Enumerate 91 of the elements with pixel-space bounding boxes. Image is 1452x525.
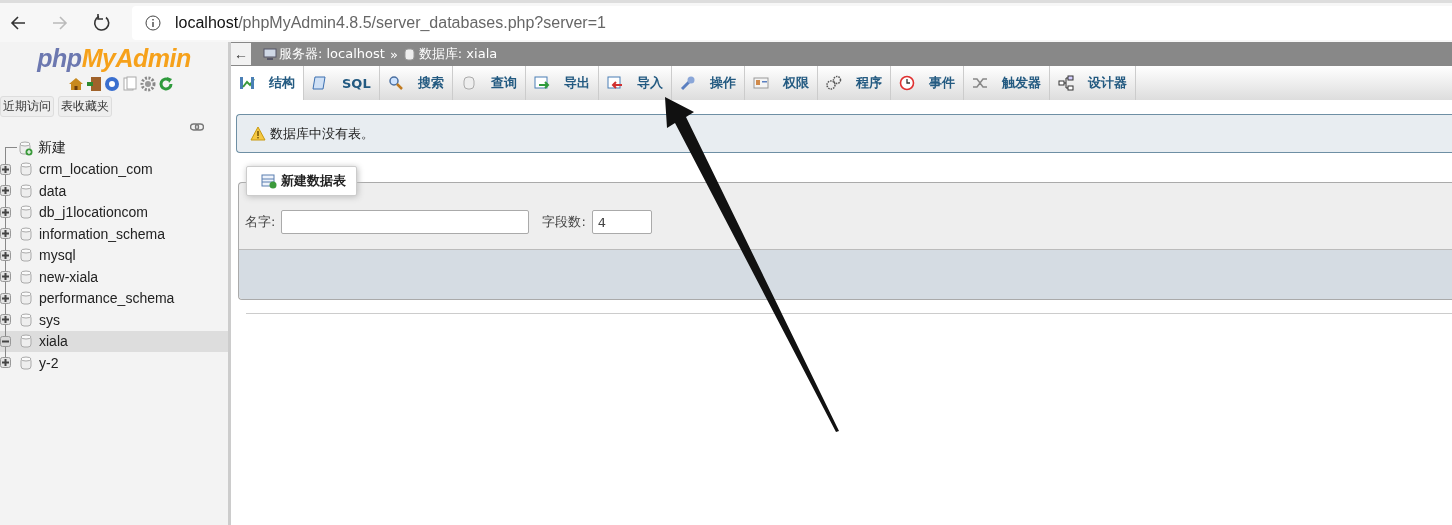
reload-icon[interactable] [92,12,112,33]
tree-row[interactable]: mysql [0,244,228,266]
clock-icon [898,75,915,91]
database-icon [19,161,34,178]
help-icon[interactable] [104,76,120,92]
link-icon[interactable] [190,123,204,131]
cylinder-icon [460,75,477,91]
field-label: 字段数: [542,213,586,231]
expand-icon[interactable] [0,228,11,240]
breadcrumb-link[interactable]: 数据库: xiala [418,45,498,63]
tab[interactable]: 搜索 [379,66,453,100]
field-count-input[interactable]: 4 [591,210,652,234]
logo[interactable]: phpMyAdmin [37,42,191,73]
field-label: 名字: [245,213,276,231]
breadcrumb-link[interactable]: 服务器: localhost [279,45,385,63]
diagram-icon [1057,75,1074,91]
tree-row[interactable]: sys [0,309,228,331]
database-icon [19,204,34,221]
collapse-icon[interactable] [0,335,11,347]
database-icon [19,333,34,350]
server-icon [263,47,277,61]
expand-icon[interactable] [0,206,11,218]
legend-title: 新建数据表 [281,172,346,190]
refresh-icon[interactable] [158,76,174,92]
scroll-icon [312,75,328,91]
database-link[interactable]: db_j1locationcom [39,204,148,221]
tab[interactable]: 设计器 [1049,66,1136,100]
expand-icon[interactable] [0,292,11,304]
tree-row[interactable]: information_schema [0,223,228,245]
tab[interactable]: 结构 [231,66,304,100]
tab[interactable]: 程序 [817,66,891,100]
info-icon [145,14,161,31]
table-add-icon [261,173,277,189]
tree-row[interactable]: 新建 [0,137,228,159]
id-card-icon [752,75,769,91]
notice-text: 数据库中没有表。 [270,124,374,143]
database-icon [19,354,34,371]
warning-icon [250,126,266,141]
database-link[interactable]: sys [39,311,60,328]
tab[interactable]: 操作 [671,66,745,100]
breadcrumb-separator: » [389,46,398,62]
home-icon[interactable] [68,76,84,92]
database-link[interactable]: performance_schema [39,290,175,307]
expand-icon[interactable] [0,163,11,175]
search-icon [387,75,404,91]
database-link[interactable]: y-2 [39,354,59,371]
expand-icon[interactable] [0,271,11,283]
new-database-icon [18,139,33,156]
tab[interactable]: 事件 [890,66,964,100]
name-input[interactable] [281,210,530,234]
chart-icon [239,75,255,91]
tab[interactable]: SQL [304,66,380,100]
tab[interactable]: 权限 [744,66,818,100]
database-link[interactable]: crm_location_com [39,161,153,178]
tab[interactable]: 查询 [452,66,526,100]
database-link[interactable]: data [39,182,67,199]
gears-icon [825,75,842,91]
sidebar-button[interactable]: 近期访问 [0,96,54,117]
database-link[interactable]: mysql [39,247,76,264]
tree-row[interactable]: db_j1locationcom [0,201,228,223]
tree-row[interactable]: performance_schema [0,287,228,309]
tab[interactable]: 触发器 [963,66,1050,100]
database-icon [19,311,34,328]
expand-icon[interactable] [0,185,11,197]
tree-row[interactable]: y-2 [0,352,228,374]
database-link[interactable]: xiala [39,333,68,350]
tree-row[interactable]: data [0,180,228,202]
database-icon [19,225,34,242]
settings-icon[interactable] [140,76,156,92]
database-icon [19,268,34,285]
expand-icon[interactable] [0,357,11,369]
database-link[interactable]: new-xiala [39,268,99,285]
shuffle-icon [971,75,988,91]
database-icon [402,47,417,61]
tree-row[interactable]: xiala [0,330,228,352]
expand-icon[interactable] [0,314,11,326]
database-icon [19,247,34,264]
address-bar[interactable]: localhost/phpMyAdmin4.8.5/server_databases.php?server=1 [132,5,1452,40]
tree-row[interactable]: crm_location_com [0,158,228,180]
door-icon[interactable] [86,76,102,92]
sidebar-button[interactable]: 表收藏夹 [58,96,112,117]
wrench-icon [679,75,696,91]
database-link[interactable]: information_schema [39,225,166,242]
expand-icon[interactable] [0,249,11,261]
new-database-link[interactable]: 新建 [38,138,66,157]
database-icon [19,182,34,199]
collapse-button[interactable]: ← [231,43,251,65]
tree-row[interactable]: new-xiala [0,266,228,288]
database-icon [19,290,34,307]
tab[interactable]: 导入 [598,66,672,100]
tab[interactable]: 导出 [525,66,599,100]
